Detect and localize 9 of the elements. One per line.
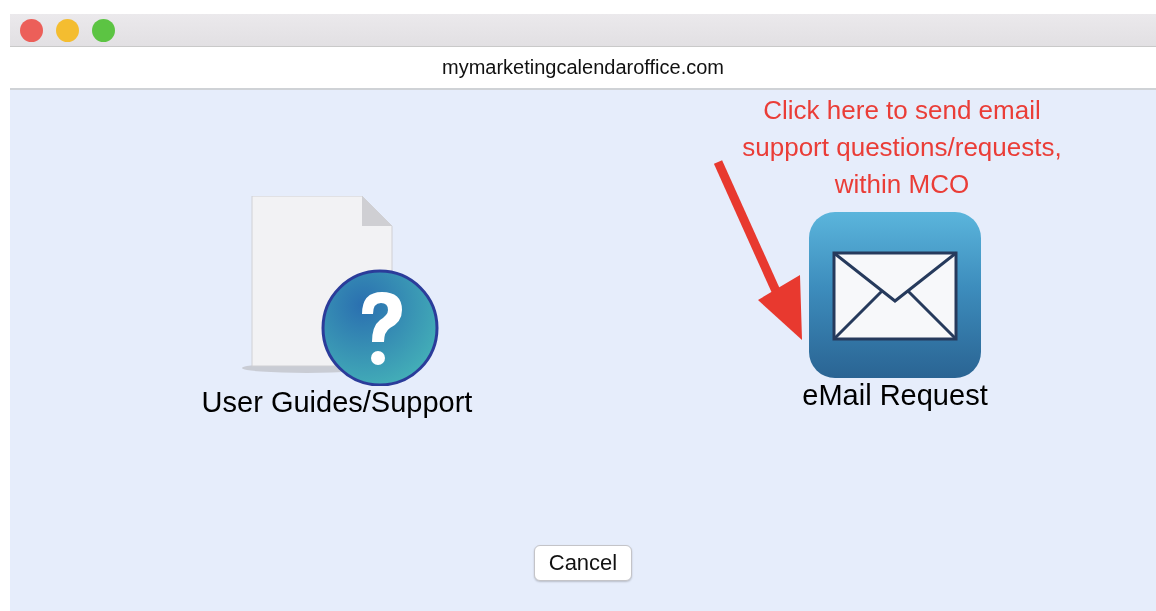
zoom-button[interactable] xyxy=(92,18,115,42)
cancel-button[interactable]: Cancel xyxy=(533,545,633,581)
option-label[interactable]: eMail Request xyxy=(802,379,988,412)
minimize-button[interactable] xyxy=(56,18,79,42)
envelope-icon xyxy=(808,211,982,379)
close-button[interactable] xyxy=(20,18,43,42)
option-label[interactable]: User Guides/Support xyxy=(201,386,473,419)
annotation-text: Click here to send email support questions/requests, within MCO xyxy=(741,94,1063,201)
url-text: mymarketingcalendaroffice.com xyxy=(442,56,724,79)
